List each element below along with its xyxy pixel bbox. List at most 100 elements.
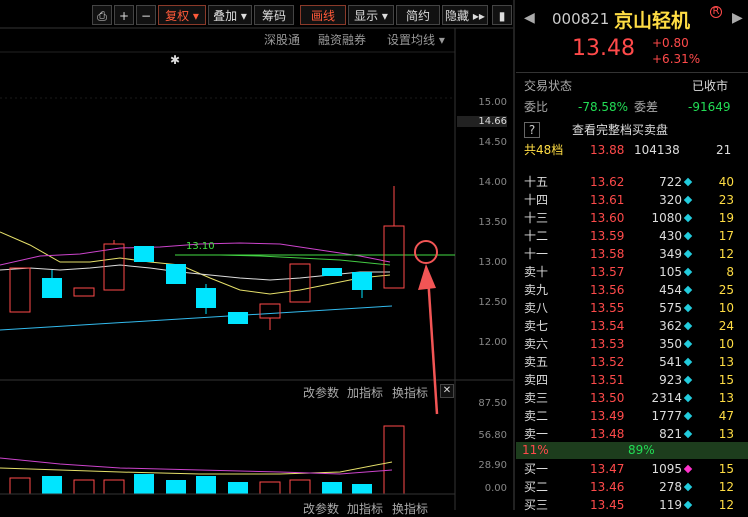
splitter[interactable] (513, 0, 515, 510)
level-price: 13.47 (590, 462, 625, 476)
full-book-button[interactable]: ? 查看完整档买卖盘 (516, 121, 748, 139)
axis-1300: 13.00 (478, 257, 507, 268)
level-label: 十三 (524, 211, 549, 225)
level-marker-icon (683, 375, 693, 385)
level-count: 24 (718, 319, 734, 333)
sell-level-row[interactable]: 十五 13.62 722 40 (516, 173, 748, 191)
level-price: 13.59 (590, 229, 625, 243)
axis-1250: 12.50 (478, 297, 507, 308)
level-price: 13.48 (590, 427, 625, 441)
level-volume: 821 (659, 427, 682, 441)
level-volume: 1080 (651, 211, 682, 225)
axis-1350: 13.50 (478, 217, 507, 228)
total-price: 13.88 (590, 143, 625, 157)
vol-axis-3: 28.90 (478, 460, 507, 471)
ma-value-label: 13.10 (186, 241, 215, 252)
level-count: 23 (718, 193, 734, 207)
sell-level-row[interactable]: 十四 13.61 320 23 (516, 191, 748, 209)
sell-level-row[interactable]: 十三 13.60 1080 19 (516, 209, 748, 227)
sell-level-row[interactable]: 卖十 13.57 105 8 (516, 263, 748, 281)
sell-level-row[interactable]: 卖一 13.48 821 13 (516, 425, 748, 443)
level-price: 13.51 (590, 373, 625, 387)
level-label: 卖八 (524, 301, 549, 315)
ratio-bar: 11% 89% (516, 442, 748, 459)
sell-level-row[interactable]: 卖三 13.50 2314 13 (516, 389, 748, 407)
level-count: 17 (718, 229, 734, 243)
level-marker-icon (683, 303, 693, 313)
total-levels: 共48档 (524, 143, 564, 157)
ma-line-green (180, 254, 391, 266)
level-volume: 1777 (651, 409, 682, 423)
last-price: 13.48 (572, 36, 635, 61)
level-marker-icon (683, 285, 693, 295)
buy-level-row[interactable]: 买一 13.47 1095 15 (516, 460, 748, 478)
axis-current: 14.66 (457, 116, 507, 127)
level-volume: 278 (659, 480, 682, 494)
sell-level-row[interactable]: 十一 13.58 349 12 (516, 245, 748, 263)
level-marker-icon (683, 411, 693, 421)
level-marker-icon (683, 267, 693, 277)
total-cnt: 21 (716, 143, 732, 157)
level-label: 买三 (524, 498, 549, 512)
buy-level-row[interactable]: 买三 13.45 119 12 (516, 496, 748, 514)
vol-axis-2: 56.80 (478, 430, 507, 441)
chart-canvas[interactable]: ✱ 13.10 (0, 0, 515, 510)
level-marker-icon (683, 500, 693, 510)
level-price: 13.45 (590, 498, 625, 512)
level-volume: 722 (659, 175, 682, 189)
level-price: 13.62 (590, 175, 625, 189)
buy-level-row[interactable]: 买二 13.46 278 12 (516, 478, 748, 496)
level-volume: 349 (659, 247, 682, 261)
close-indicator-button[interactable]: ✕ (440, 384, 454, 398)
level-marker-icon (683, 249, 693, 259)
level-marker-icon (683, 339, 693, 349)
status-value: 已收市 (692, 79, 729, 93)
change-indicator-button-2[interactable]: 换指标 (392, 500, 428, 517)
level-marker-icon (683, 177, 693, 187)
stock-name: 京山轻机 (614, 10, 691, 32)
sell-level-row[interactable]: 十二 13.59 430 17 (516, 227, 748, 245)
vol-axis-top: 87.50 (478, 398, 507, 409)
level-label: 十一 (524, 247, 549, 261)
sell-level-row[interactable]: 卖五 13.52 541 13 (516, 353, 748, 371)
stock-code: 000821 (552, 10, 610, 28)
sell-level-row[interactable]: 卖九 13.56 454 25 (516, 281, 748, 299)
vol-axis-0: 0.00 (484, 483, 507, 494)
level-price: 13.54 (590, 319, 625, 333)
level-label: 买二 (524, 480, 549, 494)
next-stock-icon[interactable]: ▶ (732, 10, 743, 26)
kline-chart[interactable]: ⎙ + − 复权 ▾ 叠加 ▾ 筹码 画线 显示 ▾ 简约 隐藏 ▸▸ ▮ 深股… (0, 0, 515, 516)
help-icon: ? (524, 122, 540, 138)
add-indicator-button[interactable]: 加指标 (347, 384, 383, 401)
level-count: 12 (718, 480, 734, 494)
level-price: 13.52 (590, 355, 625, 369)
sell-level-row[interactable]: 卖六 13.53 350 10 (516, 335, 748, 353)
level-count: 13 (718, 391, 734, 405)
level-label: 卖九 (524, 283, 549, 297)
level-marker-icon (683, 357, 693, 367)
param-button[interactable]: 改参数 (303, 384, 339, 401)
sell-level-row[interactable]: 卖四 13.51 923 15 (516, 371, 748, 389)
sell-level-row[interactable]: 卖二 13.49 1777 47 (516, 407, 748, 425)
change-indicator-button[interactable]: 换指标 (392, 384, 428, 401)
axis-1200: 12.00 (478, 337, 507, 348)
level-volume: 362 (659, 319, 682, 333)
level-label: 十四 (524, 193, 549, 207)
sell-level-row[interactable]: 卖七 13.54 362 24 (516, 317, 748, 335)
level-label: 卖二 (524, 409, 549, 423)
prev-stock-icon[interactable]: ◀ (524, 10, 535, 26)
add-indicator-button-2[interactable]: 加指标 (347, 500, 383, 517)
volume-bars (9, 425, 405, 495)
level-marker-icon (683, 321, 693, 331)
wc-label: 委差 (634, 100, 659, 114)
level-volume: 119 (659, 498, 682, 512)
param-button-2[interactable]: 改参数 (303, 500, 339, 517)
level-count: 47 (718, 409, 734, 423)
level-price: 13.50 (590, 391, 625, 405)
sell-level-row[interactable]: 卖八 13.55 575 10 (516, 299, 748, 317)
price-change: +0.80 (652, 36, 689, 50)
level-label: 卖十 (524, 265, 549, 279)
level-count: 10 (718, 301, 734, 315)
level-count: 40 (718, 175, 734, 189)
level-price: 13.61 (590, 193, 625, 207)
